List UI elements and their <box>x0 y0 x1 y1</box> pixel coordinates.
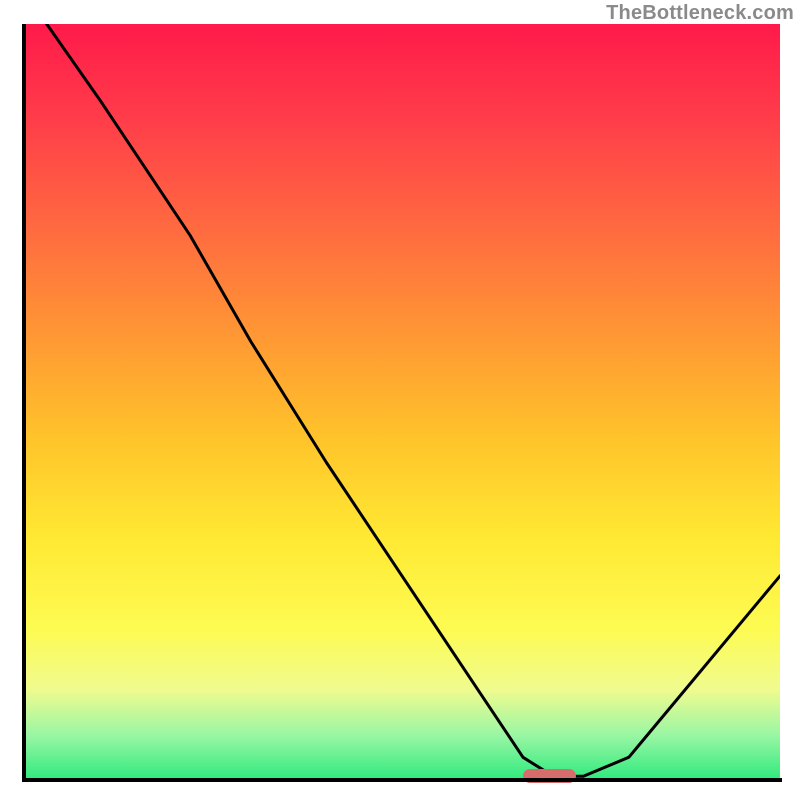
x-axis <box>22 778 782 782</box>
y-axis <box>22 24 26 780</box>
watermark-text: TheBottleneck.com <box>606 2 794 25</box>
bottleneck-curve <box>24 24 780 780</box>
chart-container: TheBottleneck.com <box>0 0 800 800</box>
